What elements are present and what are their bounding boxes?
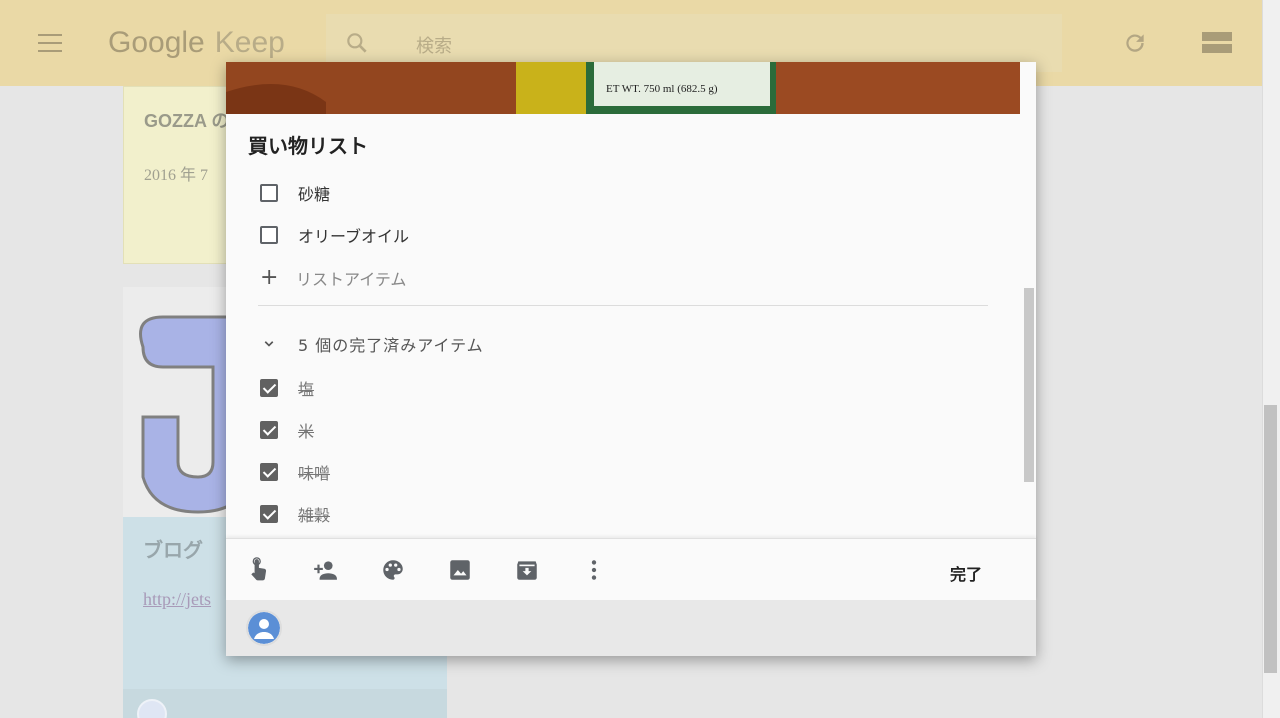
note-link[interactable]: http://jets: [143, 589, 211, 610]
item-label[interactable]: オリーブオイル: [298, 223, 409, 247]
more-icon[interactable]: [581, 557, 607, 583]
page-scrollbar-thumb[interactable]: [1264, 405, 1277, 673]
modal-scrollbar-thumb[interactable]: [1024, 288, 1034, 482]
list-item[interactable]: オリーブオイル: [260, 223, 409, 247]
note-title[interactable]: 買い物リスト: [248, 130, 368, 159]
logo-google-text: Google: [108, 26, 205, 59]
reminder-icon[interactable]: [247, 557, 273, 583]
archive-icon[interactable]: [514, 557, 540, 583]
collaborator-footer: [226, 600, 1036, 656]
item-label[interactable]: 米: [298, 418, 314, 442]
note-image-banner: ET WT. 750 ml (682.5 g): [226, 62, 1020, 114]
logo-keep-text: Keep: [214, 26, 285, 59]
note-date: 2016 年 7: [144, 167, 209, 184]
avatar[interactable]: [246, 610, 282, 646]
item-checkbox[interactable]: [260, 184, 278, 202]
item-checkbox[interactable]: [260, 379, 278, 397]
collaborator-icon[interactable]: [312, 557, 338, 583]
item-checkbox[interactable]: [260, 505, 278, 523]
search-icon[interactable]: [344, 30, 370, 56]
main-menu-icon[interactable]: [38, 34, 62, 52]
completed-item[interactable]: 塩: [260, 376, 314, 400]
list-item[interactable]: 砂糖: [260, 181, 330, 205]
add-item-input[interactable]: リストアイテム: [296, 266, 406, 290]
done-button[interactable]: 完了: [950, 561, 982, 585]
plus-icon: +: [260, 265, 279, 290]
add-list-item[interactable]: + リストアイテム: [260, 266, 406, 290]
item-checkbox[interactable]: [260, 463, 278, 481]
note-footer: [123, 689, 447, 718]
completed-item[interactable]: 味噌: [260, 460, 330, 484]
item-label[interactable]: 塩: [298, 376, 314, 400]
list-view-icon[interactable]: [1202, 32, 1232, 54]
completed-item[interactable]: 雑穀: [260, 502, 330, 526]
item-label[interactable]: 味噌: [298, 460, 330, 484]
completed-items-label: 5 個の完了済みアイテム: [298, 336, 484, 355]
completed-items-toggle[interactable]: 5 個の完了済みアイテム: [260, 332, 484, 356]
divider: [258, 305, 988, 306]
note-title: ブログ: [143, 538, 203, 562]
item-label[interactable]: 雑穀: [298, 502, 330, 526]
note-toolbar: 完了: [226, 538, 1036, 600]
bottle-label-text: ET WT. 750 ml (682.5 g): [606, 83, 718, 95]
chevron-down-icon[interactable]: [260, 335, 278, 353]
image-icon[interactable]: [447, 557, 473, 583]
search-input[interactable]: 検索: [416, 32, 452, 58]
app-logo[interactable]: Google Keep: [108, 26, 285, 60]
palette-icon[interactable]: [380, 557, 406, 583]
refresh-icon[interactable]: [1122, 30, 1148, 56]
note-editor-modal: ET WT. 750 ml (682.5 g) 買い物リスト 砂糖 オリーブオイ…: [226, 62, 1036, 656]
completed-item[interactable]: 米: [260, 418, 314, 442]
item-checkbox[interactable]: [260, 421, 278, 439]
note-title: GOZZA の: [144, 111, 230, 131]
item-checkbox[interactable]: [260, 226, 278, 244]
item-label[interactable]: 砂糖: [298, 181, 330, 205]
